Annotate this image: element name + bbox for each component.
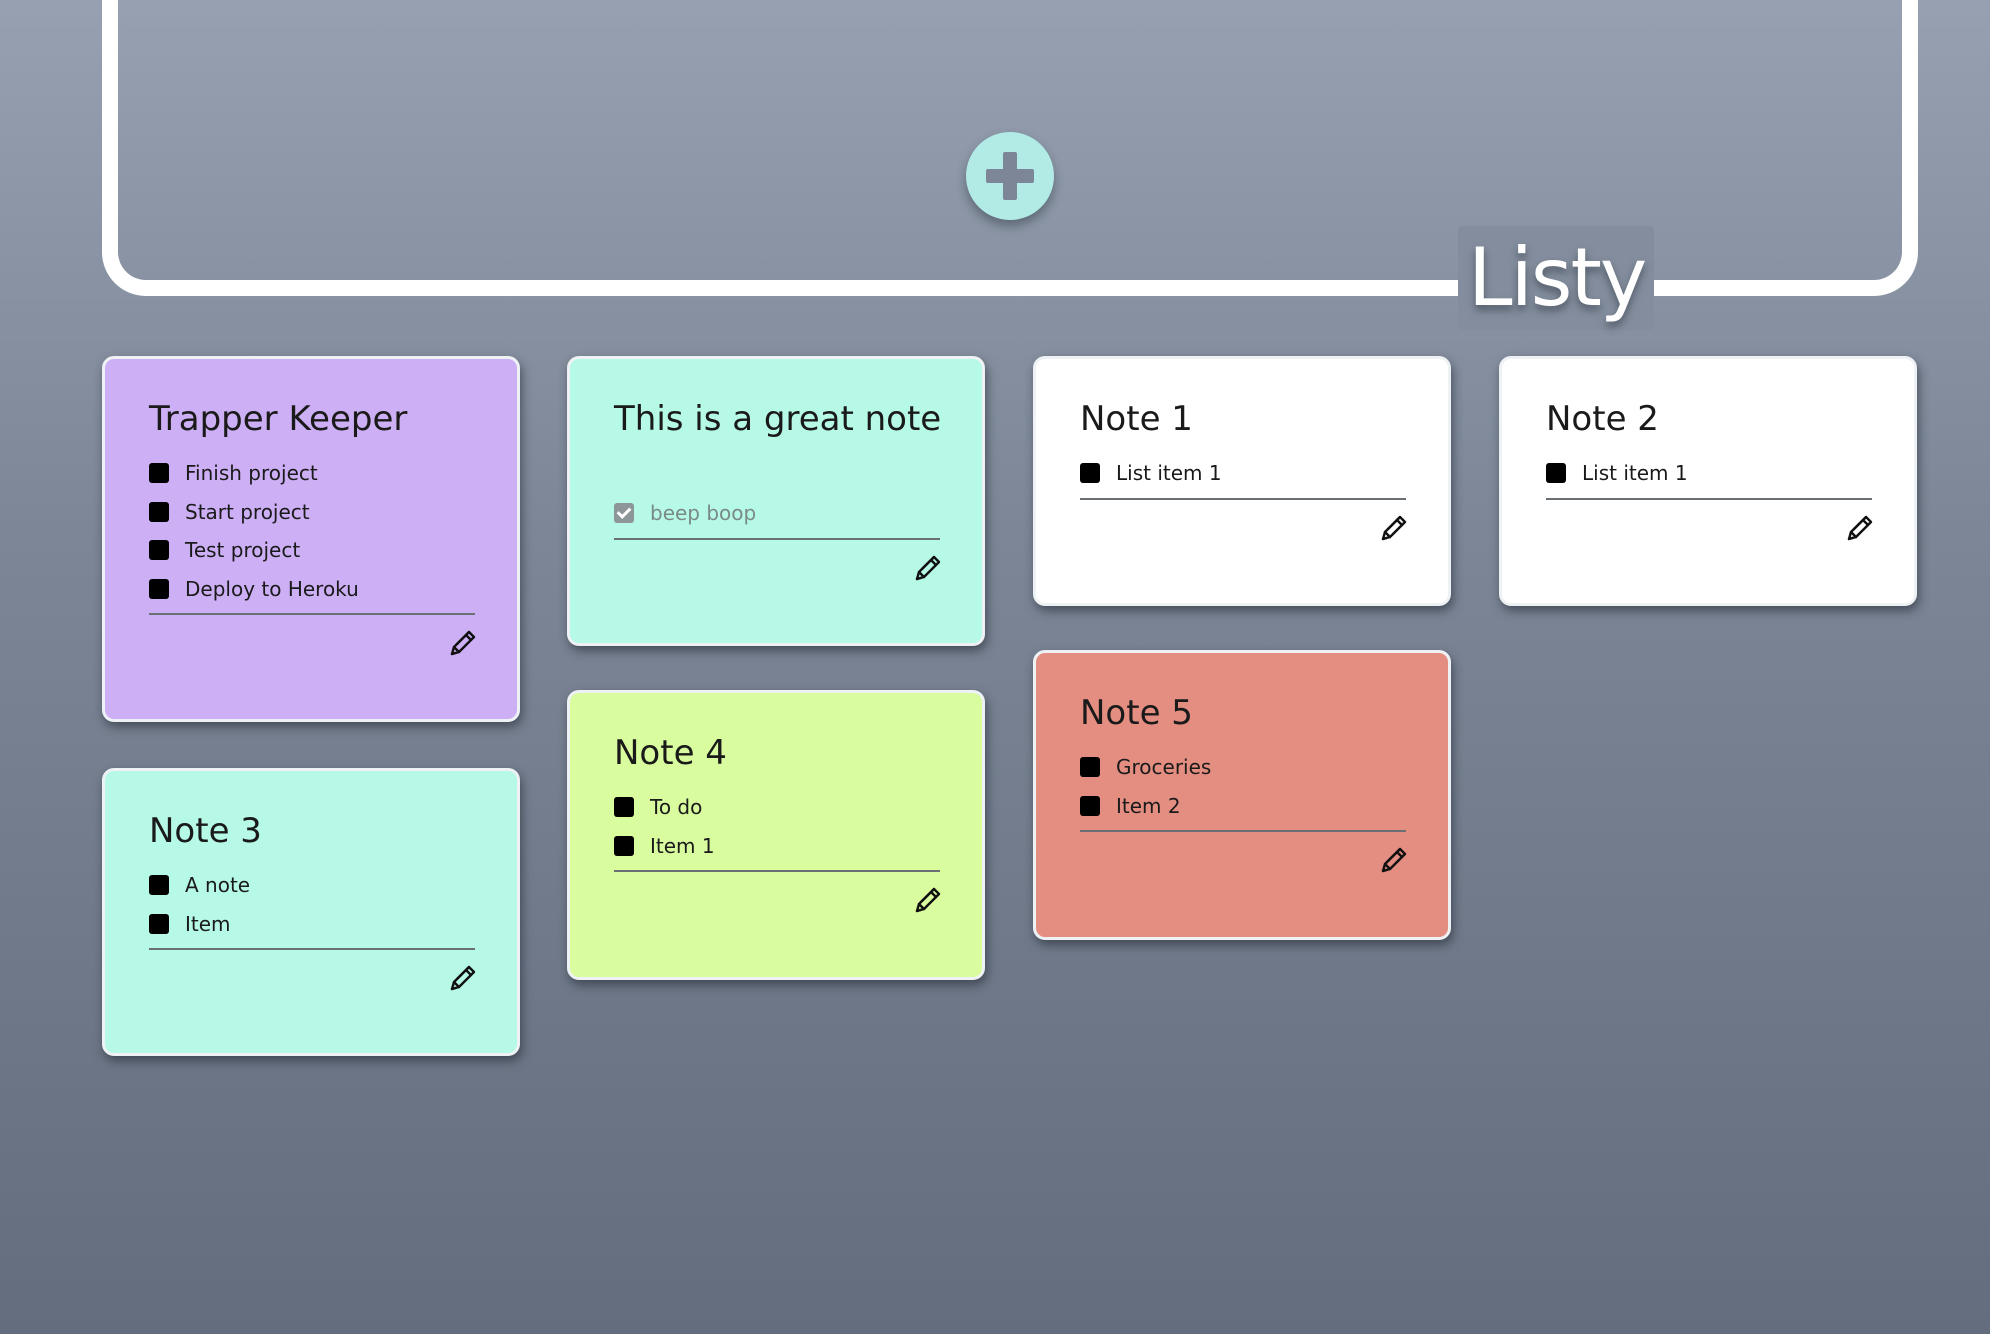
checkbox-checked[interactable] (614, 503, 634, 523)
note-title: Note 2 (1546, 399, 1659, 439)
app-stage: Listy Trapper Keeper Finish project Start … (0, 0, 1990, 1334)
checkbox[interactable] (149, 913, 169, 934)
checkbox[interactable] (149, 578, 169, 599)
checkbox[interactable] (614, 797, 634, 817)
checkbox[interactable] (1080, 795, 1100, 816)
note-title: Note 4 (614, 733, 727, 773)
edit-note-button[interactable] (447, 962, 479, 994)
note-card-note-1: Note 1 List item 1 (1033, 356, 1451, 606)
edit-note-button[interactable] (1378, 844, 1410, 876)
note-divider (149, 613, 475, 615)
edit-note-button[interactable] (912, 884, 944, 916)
edit-note-button[interactable] (1844, 512, 1876, 544)
note-divider (1080, 497, 1406, 500)
note-card-note-3: Note 3 A note Item (102, 768, 520, 1056)
note-title: Note 5 (1080, 693, 1193, 733)
pencil-icon (1378, 512, 1410, 544)
pencil-icon (1378, 844, 1410, 876)
list-item-text[interactable]: Item 2 (1116, 794, 1181, 818)
list-item-text[interactable]: Item (185, 912, 231, 936)
note-divider (149, 948, 475, 950)
note-divider (1080, 830, 1406, 832)
edit-note-button[interactable] (1378, 512, 1410, 544)
list-item-text[interactable]: Start project (185, 500, 310, 524)
checkbox[interactable] (1546, 463, 1566, 483)
edit-note-button[interactable] (912, 552, 944, 584)
checkbox[interactable] (1080, 757, 1100, 777)
checkbox[interactable] (149, 501, 169, 522)
note-card-trapper-keeper: Trapper Keeper Finish project Start projec… (102, 356, 520, 722)
list-item-text[interactable]: Deploy to Heroku (185, 577, 359, 601)
note-card-note-4: Note 4 To do Item 1 (567, 690, 985, 980)
checkbox[interactable] (149, 540, 169, 560)
note-divider (614, 537, 940, 540)
pencil-icon (912, 552, 944, 584)
list-item-text[interactable]: A note (185, 873, 250, 897)
note-divider (614, 870, 940, 872)
pencil-icon (1844, 512, 1876, 544)
list-item-text[interactable]: beep boop (650, 501, 756, 525)
pencil-icon (447, 627, 479, 659)
note-title: Note 1 (1080, 399, 1193, 439)
list-item-text[interactable]: Item 1 (650, 834, 715, 858)
checkbox[interactable] (1080, 463, 1100, 483)
note-card-this-is-a-great-note: This is a great note beep boop (567, 356, 985, 646)
list-item-text[interactable]: Test project (185, 538, 300, 562)
list-item-text[interactable]: To do (650, 795, 702, 819)
edit-note-button[interactable] (447, 627, 479, 659)
pencil-icon (447, 962, 479, 994)
pencil-icon (912, 884, 944, 916)
list-item-text[interactable]: List item 1 (1582, 461, 1688, 485)
add-note-button[interactable] (966, 132, 1054, 220)
list-item-text[interactable]: List item 1 (1116, 461, 1222, 485)
note-card-note-2: Note 2 List item 1 (1499, 356, 1917, 606)
checkbox[interactable] (149, 875, 169, 895)
note-divider (1546, 497, 1872, 500)
checkbox[interactable] (149, 463, 169, 483)
note-title: Trapper Keeper (149, 399, 408, 439)
list-item-text[interactable]: Groceries (1116, 755, 1211, 779)
app-title: Listy (1468, 231, 1647, 324)
note-card-note-5: Note 5 Groceries Item 2 (1033, 650, 1451, 940)
list-item-text[interactable]: Finish project (185, 461, 318, 485)
note-title: Note 3 (149, 811, 262, 851)
note-title: This is a great note (614, 399, 942, 439)
checkbox[interactable] (614, 835, 634, 856)
